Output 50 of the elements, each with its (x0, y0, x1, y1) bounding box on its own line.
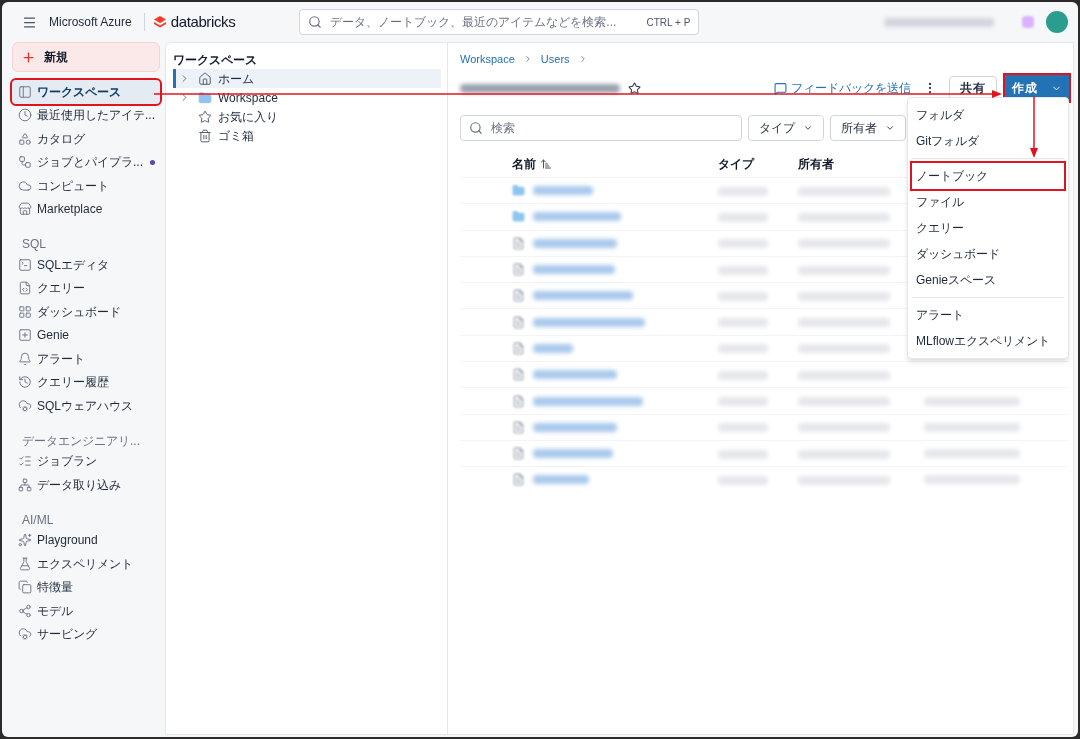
menu-item[interactable]: Genieスペース (912, 267, 1064, 293)
section-heading: データエンジニアリ... (21, 432, 141, 450)
filter-dropdown[interactable]: タイプ (748, 115, 824, 141)
sidebar-item[interactable]: コンピュート (12, 174, 160, 198)
sidebar-item[interactable]: カタログ (12, 127, 160, 151)
shortcut-hint: CTRL + P (646, 15, 691, 30)
sidebar-item[interactable]: データ取り込み (12, 473, 160, 497)
filter-dropdown[interactable]: 所有者 (830, 115, 906, 141)
sidebar-item[interactable]: モデル (12, 599, 160, 623)
breadcrumb-link[interactable]: Workspace (460, 50, 515, 68)
sidebar-item[interactable]: ワークスペース (12, 80, 160, 104)
menu-item[interactable]: アラート (912, 302, 1064, 328)
sidebar-item[interactable]: 最近使用したアイテ... (12, 103, 160, 127)
menu-item[interactable]: Gitフォルダ (912, 128, 1064, 154)
product-name: Microsoft Azure (49, 14, 132, 31)
sidebar-item[interactable]: SQLエディタ (12, 253, 160, 277)
sidebar-item[interactable]: ダッシュボード (12, 300, 160, 324)
tree-item[interactable]: ホーム (173, 69, 441, 88)
sidebar-item[interactable]: SQLウェアハウス (12, 394, 160, 418)
sidebar-item[interactable]: Playground (12, 528, 160, 552)
column-header[interactable]: タイプ (718, 155, 798, 173)
sidebar-item[interactable]: クエリー履歴 (12, 370, 160, 394)
section-heading: AI/ML (21, 511, 55, 529)
menu-item[interactable]: ファイル (912, 189, 1064, 215)
sidebar-item[interactable]: クエリー (12, 276, 160, 300)
menu-item[interactable]: ノートブック (912, 163, 1064, 189)
sidebar-item[interactable]: サービング (12, 622, 160, 646)
tree-item[interactable]: Workspace (173, 88, 441, 107)
feedback-link[interactable]: フィードバックを送信 (773, 79, 911, 97)
sidebar-item[interactable]: 特徴量 (12, 575, 160, 599)
brand-logo[interactable]: databricks (152, 10, 236, 34)
sidebar-item[interactable]: エクスペリメント (12, 552, 160, 576)
column-header[interactable]: 名前 (512, 155, 718, 173)
section-heading: SQL (21, 236, 47, 253)
breadcrumb-link[interactable]: Users (540, 50, 570, 68)
sidebar-item[interactable]: アラート (12, 347, 160, 371)
menu-item[interactable]: クエリー (912, 215, 1064, 241)
sidebar-item[interactable]: ジョブラン (12, 449, 160, 473)
menu-item[interactable]: MLflowエクスペリメント (912, 328, 1064, 354)
sidebar-item[interactable]: Genie (12, 323, 160, 347)
tree-item[interactable]: お気に入り (173, 107, 441, 126)
search-field[interactable]: 検索 (460, 115, 742, 141)
search-field[interactable]: データ、ノートブック、最近のアイテムなどを検索... CTRL + P (299, 9, 700, 35)
sidebar-item[interactable]: ジョブとパイプラ... (12, 150, 160, 174)
sidebar-item[interactable]: Marketplace (12, 197, 160, 221)
panel-title: ワークスペース (173, 52, 258, 69)
menu-item[interactable]: フォルダ (912, 102, 1064, 128)
menu-item[interactable]: ダッシュボード (912, 241, 1064, 267)
new-button[interactable]: 新規 (12, 42, 160, 72)
tree-item[interactable]: ゴミ箱 (173, 126, 441, 145)
